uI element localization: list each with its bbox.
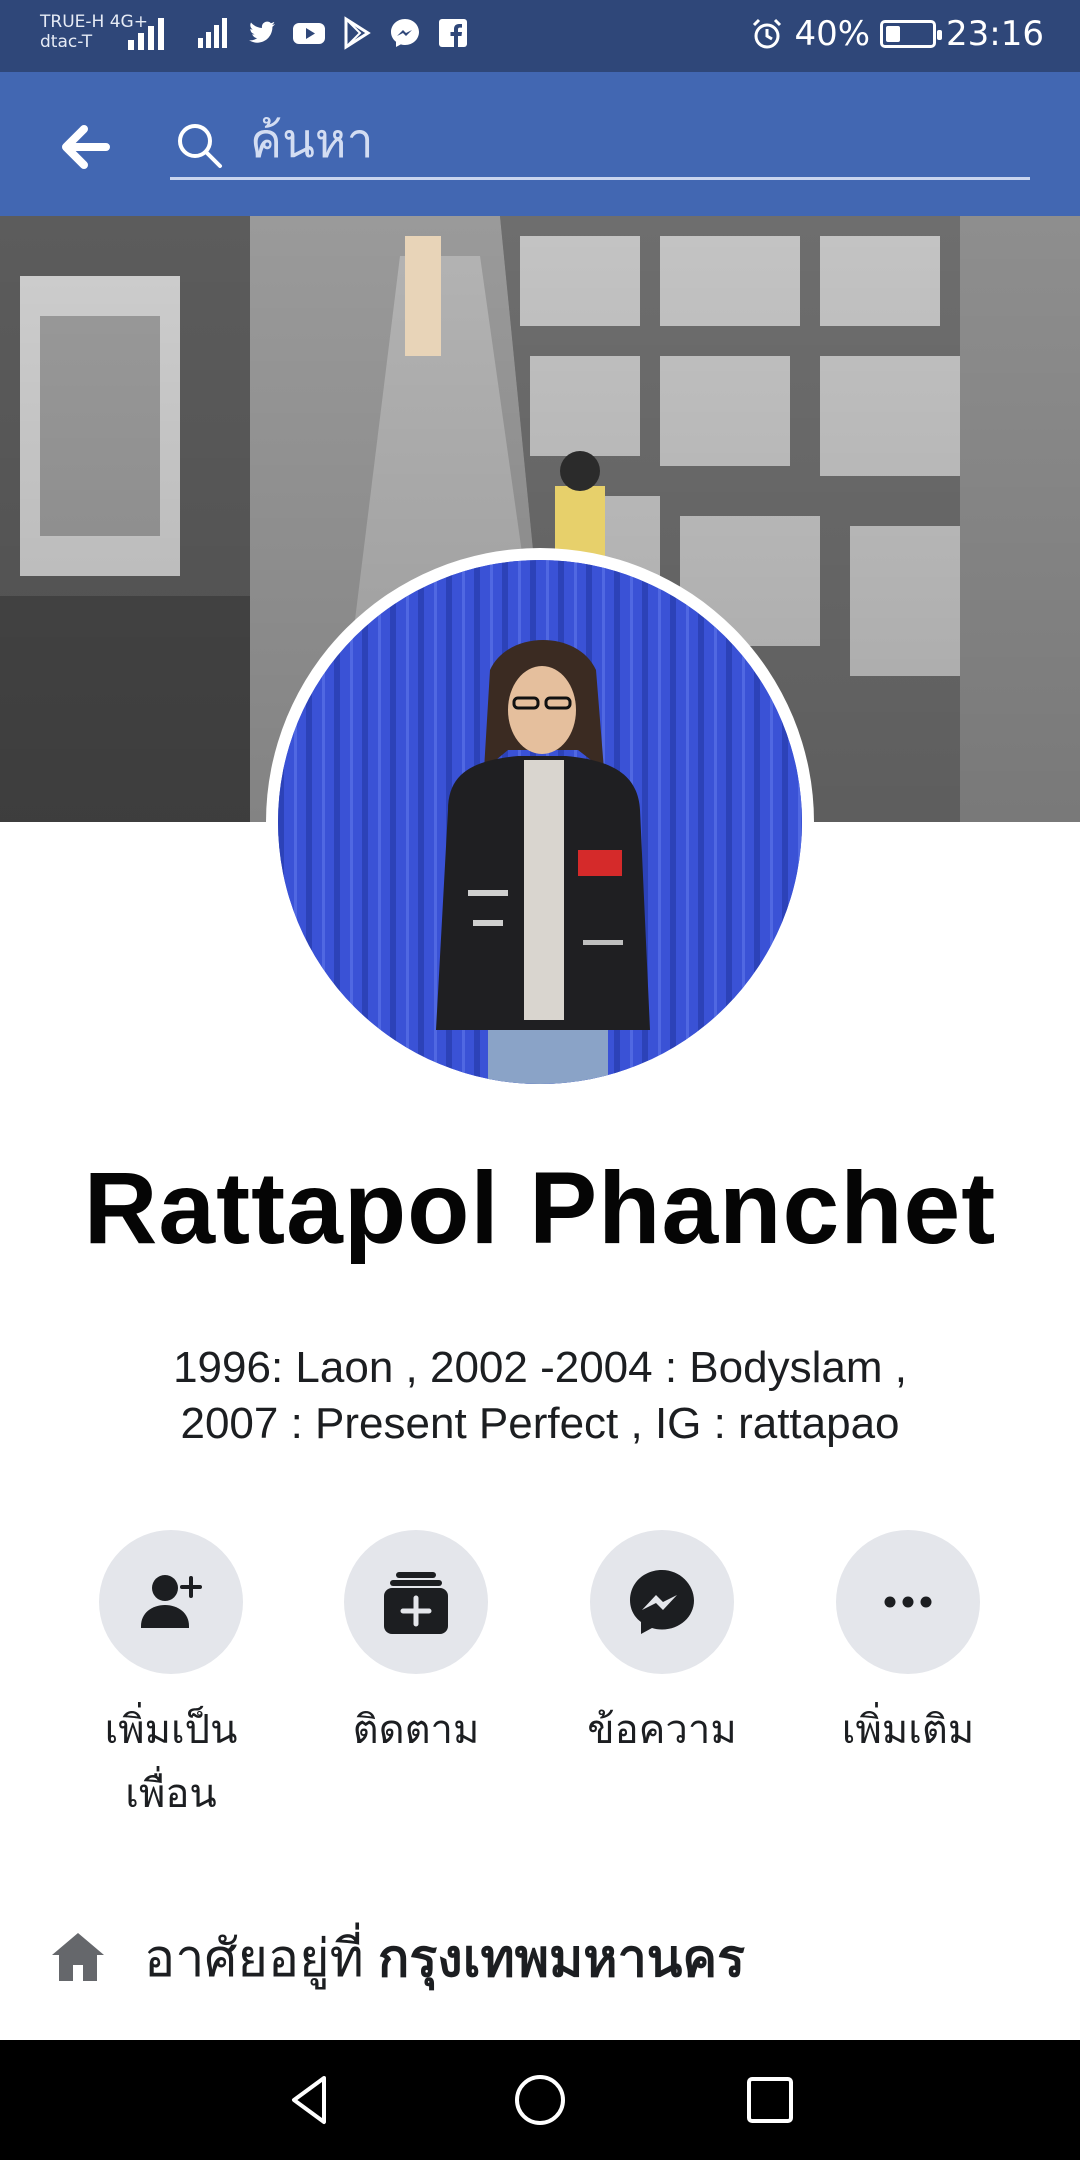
status-bar: TRUE-H 4G+ dtac-T 40% 23:16 [0, 0, 1080, 72]
facebook-icon [439, 19, 467, 47]
youtube-icon [293, 23, 325, 44]
message-label: ข้อความ [587, 1707, 737, 1753]
profile-name: Rattapol Phanchet [83, 1151, 997, 1265]
status-right: 40% 23:16 [750, 14, 1044, 54]
profile-actions: เพิ่มเป็น เพื่อน ติดตาม ข้อความ เพิ่มเติ… [0, 1530, 1080, 1830]
messenger-icon [391, 19, 419, 47]
nav-recents-icon[interactable] [740, 2070, 800, 2130]
more-circle [836, 1530, 980, 1674]
messenger-icon [630, 1570, 694, 1634]
lives-in-city[interactable]: กรุงเทพมหานคร [378, 1929, 745, 1989]
follow-icon [384, 1572, 448, 1634]
signal-icon [128, 18, 164, 50]
back-arrow-icon[interactable] [50, 112, 120, 182]
search-input[interactable] [250, 108, 1010, 174]
add-friend-icon [141, 1575, 202, 1628]
profile-avatar[interactable] [266, 548, 814, 1096]
message-circle [590, 1530, 734, 1674]
nav-home-icon[interactable] [510, 2070, 570, 2130]
search-icon [178, 124, 222, 168]
lives-in-text: อาศัยอยู่ที่ กรุงเทพมหานคร [144, 1916, 745, 1999]
search-bar[interactable] [170, 108, 1030, 180]
twitter-icon [249, 21, 275, 43]
alarm-icon [753, 18, 782, 49]
more-button[interactable]: เพิ่มเติม [798, 1530, 1018, 1762]
battery-level [886, 26, 901, 42]
home-icon [52, 1933, 104, 1981]
battery-percent: 40% [794, 14, 871, 54]
follow-circle [344, 1530, 488, 1674]
system-nav-bar [0, 2040, 1080, 2160]
signal-2-icon [198, 18, 227, 48]
clock: 23:16 [946, 14, 1044, 54]
avatar-image [278, 560, 802, 1084]
profile-bio: 1996: Laon , 2002 -2004 : Bodyslam , 200… [173, 1343, 907, 1448]
nav-back-icon[interactable] [280, 2070, 340, 2130]
follow-label: ติดตาม [352, 1707, 480, 1753]
more-icon [884, 1596, 932, 1608]
lives-in-prefix: อาศัยอยู่ที่ [144, 1928, 364, 1989]
more-label: เพิ่มเติม [841, 1707, 975, 1753]
add-friend-label: เพิ่มเป็น เพื่อน [104, 1707, 238, 1817]
add-friend-circle [99, 1530, 243, 1674]
follow-button[interactable]: ติดตาม [306, 1530, 526, 1762]
battery-icon [880, 20, 943, 48]
status-app-icons [196, 16, 470, 50]
avatar-photo [278, 560, 802, 1084]
message-button[interactable]: ข้อความ [552, 1530, 772, 1762]
add-friend-button[interactable]: เพิ่มเป็น เพื่อน [61, 1530, 281, 1826]
app-header [0, 72, 1080, 216]
play-store-icon [344, 16, 371, 50]
lives-in-row: อาศัยอยู่ที่ กรุงเทพมหานคร [48, 1912, 1048, 2002]
